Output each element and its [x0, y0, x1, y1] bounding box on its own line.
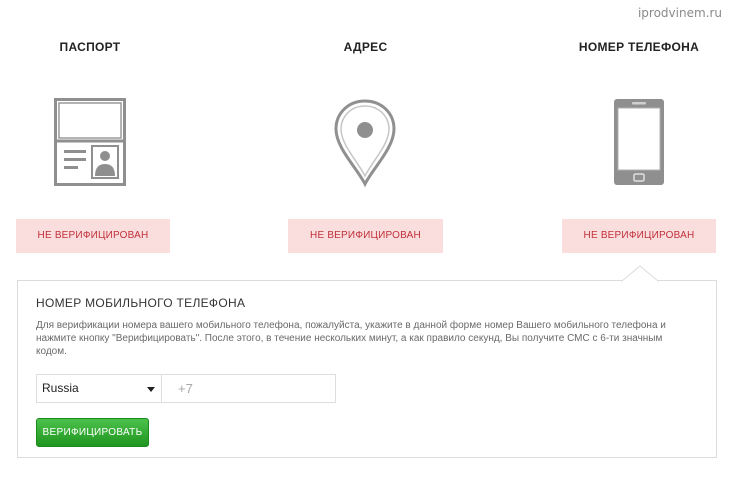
mobile-phone-icon — [612, 97, 666, 192]
passport-icon — [54, 98, 126, 191]
map-pin-icon — [333, 98, 397, 193]
watermark: iprodvinem.ru — [637, 6, 722, 20]
phone-title: НОМЕР ТЕЛЕФОНА — [578, 40, 700, 54]
verify-button[interactable]: ВЕРИФИЦИРОВАТЬ — [36, 418, 149, 447]
address-title: АДРЕС — [343, 40, 388, 54]
passport-title: ПАСПОРТ — [59, 40, 121, 54]
phone-verification-panel: НОМЕР МОБИЛЬНОГО ТЕЛЕФОНА Для верификаци… — [17, 280, 717, 458]
panel-title: НОМЕР МОБИЛЬНОГО ТЕЛЕФОНА — [36, 296, 246, 310]
passport-status-badge: НЕ ВЕРИФИЦИРОВАН — [16, 219, 170, 253]
verification-page: iprodvinem.ru ПАСПОРТ НЕ ВЕРИФИЦИРОВАН А… — [0, 0, 734, 483]
chevron-down-icon — [147, 387, 155, 392]
address-status-badge: НЕ ВЕРИФИЦИРОВАН — [288, 219, 443, 253]
panel-description: Для верификации номера вашего мобильного… — [36, 320, 666, 357]
phone-number-input[interactable] — [162, 374, 336, 403]
country-select[interactable]: Russia — [36, 374, 162, 403]
country-select-value: Russia — [42, 381, 79, 395]
phone-status-badge: НЕ ВЕРИФИЦИРОВАН — [562, 219, 716, 253]
